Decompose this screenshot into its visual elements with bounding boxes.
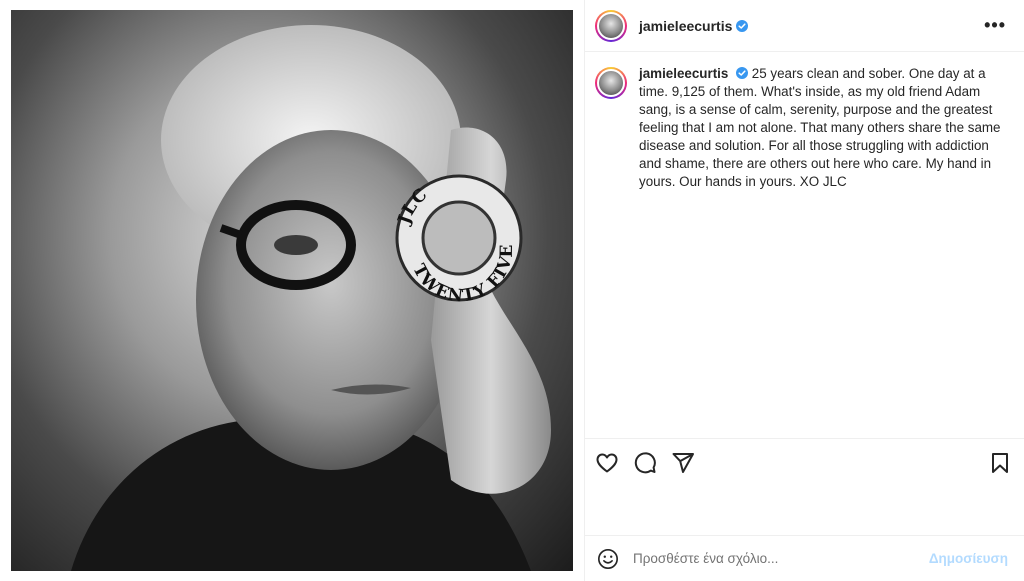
caption-username[interactable]: jamieleecurtis — [639, 66, 728, 81]
portrait-photo: JLC TWENTY FIVE — [71, 25, 551, 571]
post-header: jamieleecurtis ••• — [585, 0, 1024, 52]
more-options-button[interactable]: ••• — [976, 11, 1014, 40]
bookmark-icon[interactable] — [988, 451, 1012, 475]
caption-body: 25 years clean and sober. One day at a t… — [639, 66, 1001, 189]
post-sidebar: jamieleecurtis ••• jamieleecurtis 25 yea… — [584, 0, 1024, 581]
emoji-icon[interactable] — [597, 548, 619, 570]
post-image[interactable]: JLC TWENTY FIVE — [11, 10, 573, 571]
caption: jamieleecurtis 25 years clean and sober.… — [585, 53, 1024, 438]
post-comment-button[interactable]: Δημοσίευση — [929, 551, 1008, 566]
comment-bar: Δημοσίευση — [585, 535, 1024, 581]
caption-avatar[interactable] — [595, 67, 627, 99]
comment-icon[interactable] — [633, 451, 657, 475]
avatar[interactable] — [595, 9, 627, 42]
verified-badge-icon — [736, 19, 749, 32]
comment-input[interactable] — [633, 551, 929, 566]
heart-icon[interactable] — [595, 451, 619, 475]
share-icon[interactable] — [671, 451, 695, 475]
verified-badge-icon — [736, 67, 749, 79]
caption-text: jamieleecurtis 25 years clean and sober.… — [639, 65, 1004, 426]
action-bar — [585, 438, 1024, 486]
header-username[interactable]: jamieleecurtis — [639, 18, 732, 34]
